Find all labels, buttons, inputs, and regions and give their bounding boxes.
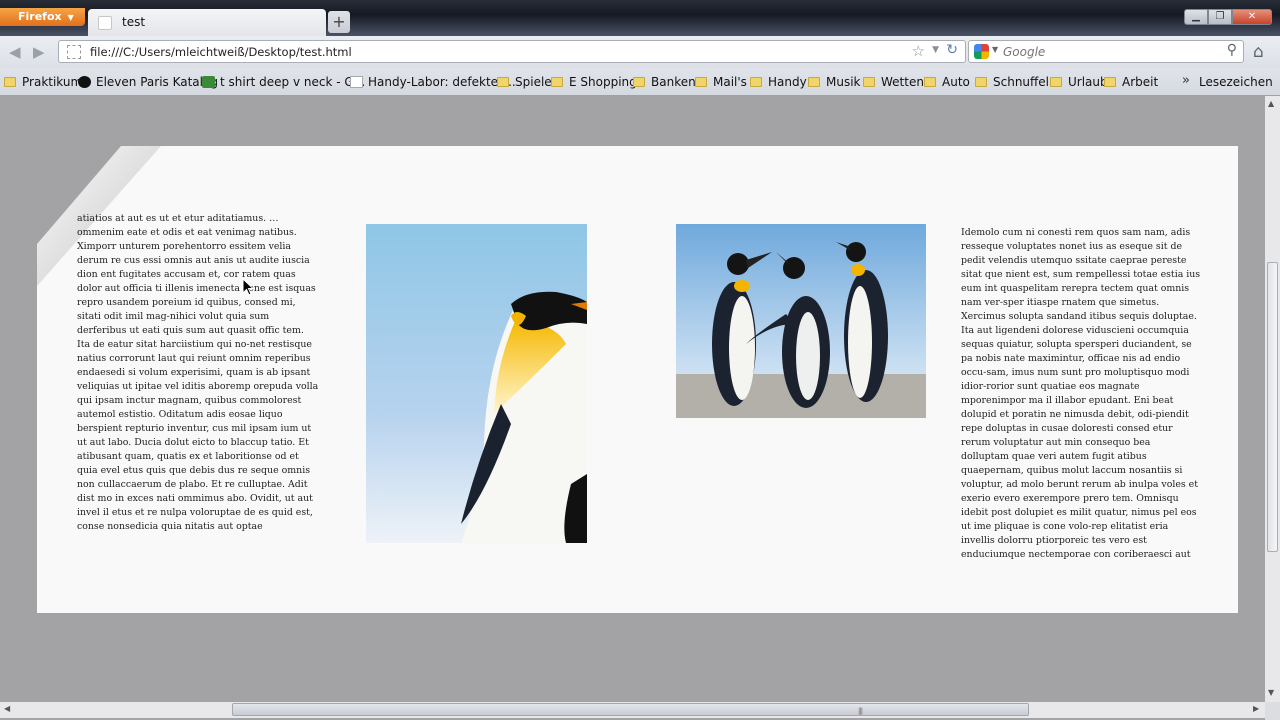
horizontal-scrollbar[interactable]: ◀ ||| ▶ bbox=[0, 702, 1265, 718]
scroll-left-icon[interactable]: ◀ bbox=[4, 704, 10, 713]
bookmark-label: Schnuffel bbox=[993, 75, 1050, 89]
search-icon[interactable]: ⚲ bbox=[1227, 42, 1237, 58]
close-button[interactable]: ✕ bbox=[1232, 9, 1272, 25]
bookmark-item[interactable]: Banken bbox=[633, 75, 696, 89]
history-dropdown-icon[interactable]: ▼ bbox=[932, 45, 939, 55]
text-column-right: Idemolo cum ni conesti rem quos sam nam,… bbox=[961, 227, 1201, 560]
url-text[interactable]: file:///C:/Users/mleichtweiß/Desktop/tes… bbox=[90, 45, 352, 59]
site-icon bbox=[78, 76, 91, 88]
grip-icon: ||| bbox=[858, 707, 863, 715]
bookmark-item[interactable]: Praktikum bbox=[4, 75, 82, 89]
navigation-bar: ◀ ▶ file:///C:/Users/mleichtweiß/Desktop… bbox=[0, 36, 1280, 68]
search-input[interactable] bbox=[1003, 44, 1213, 59]
bookmark-item[interactable]: Spiele bbox=[497, 75, 552, 89]
folder-icon bbox=[633, 77, 645, 87]
bookmark-label: Arbeit bbox=[1122, 75, 1159, 89]
bookmark-label: Banken bbox=[651, 75, 696, 89]
three-penguins-photo bbox=[676, 224, 926, 418]
page-icon bbox=[350, 76, 363, 88]
site-icon bbox=[202, 76, 215, 88]
folder-icon bbox=[695, 77, 707, 87]
bookmark-label: t shirt deep v neck - G... bbox=[220, 75, 366, 89]
bookmark-item[interactable]: t shirt deep v neck - G... bbox=[202, 75, 365, 89]
bookmarks-menu-button[interactable]: Lesezeichen bbox=[1199, 75, 1273, 89]
bookmark-label: Spiele bbox=[515, 75, 552, 89]
firefox-menu-label: Firefox bbox=[18, 10, 62, 23]
folder-icon bbox=[497, 77, 509, 87]
bookmark-label: Handy bbox=[768, 75, 807, 89]
search-engine-dropdown-icon[interactable]: ▼ bbox=[992, 45, 998, 54]
folder-icon bbox=[4, 77, 16, 87]
bookmark-label: Urlaub bbox=[1068, 75, 1108, 89]
bookmark-label: Praktikum bbox=[22, 75, 83, 89]
bookmark-label: Eleven Paris Katalog bbox=[96, 75, 218, 89]
tab-title: test bbox=[122, 15, 146, 29]
bookmark-item[interactable]: Handy-Labor: defektes... bbox=[350, 75, 516, 89]
bookmarks-toolbar: Praktikum Eleven Paris Katalog t shirt dee… bbox=[0, 68, 1280, 96]
bookmark-item[interactable]: Auto bbox=[924, 75, 970, 89]
scroll-corner bbox=[1265, 702, 1280, 720]
google-icon[interactable] bbox=[974, 44, 989, 59]
vertical-scroll-thumb[interactable] bbox=[1267, 262, 1278, 552]
search-bar[interactable]: ▼ ⚲ bbox=[968, 40, 1244, 63]
bookmark-item[interactable]: Eleven Paris Katalog bbox=[78, 75, 218, 89]
scroll-up-icon[interactable]: ▲ bbox=[1268, 99, 1274, 108]
folder-icon bbox=[551, 77, 563, 87]
text-column-left: atiatios at aut es ut et etur aditatiamu… bbox=[77, 213, 319, 532]
bookmark-item[interactable]: Schnuffel bbox=[975, 75, 1049, 89]
bookmark-label: Auto bbox=[942, 75, 970, 89]
page-icon bbox=[98, 16, 112, 30]
tab-test[interactable]: test bbox=[88, 9, 326, 36]
maximize-button[interactable]: ❐ bbox=[1208, 9, 1232, 25]
folder-icon bbox=[924, 77, 936, 87]
bookmark-item[interactable]: Musik bbox=[808, 75, 861, 89]
bookmark-item[interactable]: Handy bbox=[750, 75, 807, 89]
bookmark-label: Wetten bbox=[881, 75, 924, 89]
bookmark-label: Handy-Labor: defektes... bbox=[368, 75, 516, 89]
bookmarks-overflow-button[interactable]: » bbox=[1182, 73, 1190, 88]
folder-icon bbox=[1104, 77, 1116, 87]
bookmark-label: Musik bbox=[826, 75, 861, 89]
bookmark-item[interactable]: Arbeit bbox=[1104, 75, 1158, 89]
bookmark-label: Mail's bbox=[713, 75, 747, 89]
minimize-button[interactable]: ▁ bbox=[1184, 9, 1208, 25]
folder-icon bbox=[863, 77, 875, 87]
home-icon[interactable]: ⌂ bbox=[1253, 42, 1264, 62]
bookmark-item[interactable]: E Shopping bbox=[551, 75, 637, 89]
page-canvas: atiatios at aut es ut et etur aditatiamu… bbox=[37, 146, 1238, 613]
horizontal-scroll-thumb[interactable]: ||| bbox=[232, 703, 1029, 716]
bookmarks-menu-label: Lesezeichen bbox=[1199, 75, 1273, 89]
folder-icon bbox=[750, 77, 762, 87]
title-bar: Firefox ▼ test + ▁ ❐ ✕ bbox=[0, 0, 1280, 36]
bookmark-item[interactable]: Wetten bbox=[863, 75, 924, 89]
scroll-right-icon[interactable]: ▶ bbox=[1253, 704, 1259, 713]
site-identity-icon[interactable] bbox=[67, 45, 81, 59]
vertical-scrollbar[interactable]: ▲ ▼ bbox=[1265, 96, 1280, 702]
address-bar[interactable]: file:///C:/Users/mleichtweiß/Desktop/tes… bbox=[58, 40, 966, 63]
forward-arrow-icon[interactable]: ▶ bbox=[33, 43, 45, 61]
bookmark-label: E Shopping bbox=[569, 75, 637, 89]
bookmark-item[interactable]: Urlaub bbox=[1050, 75, 1108, 89]
scroll-down-icon[interactable]: ▼ bbox=[1268, 688, 1274, 697]
chevron-down-icon: ▼ bbox=[67, 13, 74, 22]
mouse-cursor-icon bbox=[242, 278, 254, 296]
bookmark-item[interactable]: Mail's bbox=[695, 75, 747, 89]
penguin-photo bbox=[366, 224, 587, 543]
reload-icon[interactable]: ↻ bbox=[946, 42, 958, 58]
firefox-menu-button[interactable]: Firefox ▼ bbox=[0, 8, 85, 26]
folder-icon bbox=[808, 77, 820, 87]
back-arrow-icon[interactable]: ◀ bbox=[9, 43, 21, 61]
new-tab-button[interactable]: + bbox=[328, 11, 350, 33]
folder-icon bbox=[1050, 77, 1062, 87]
folder-icon bbox=[975, 77, 987, 87]
bookmark-star-icon[interactable]: ☆ bbox=[912, 42, 925, 60]
